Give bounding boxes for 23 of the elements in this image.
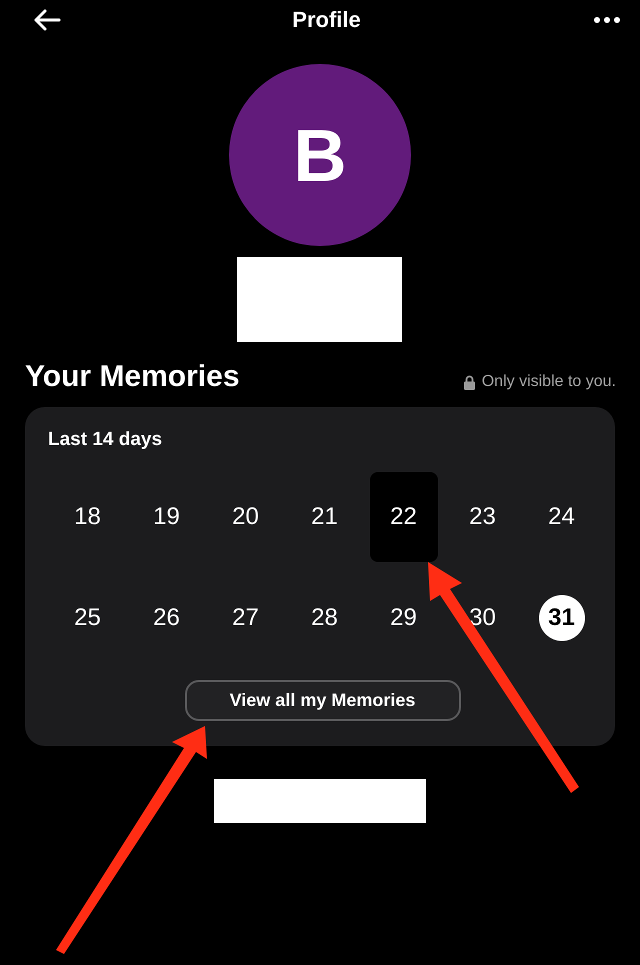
- section-title: Your Memories: [25, 360, 240, 394]
- avatar: B: [229, 64, 411, 246]
- view-memories-button[interactable]: View all my Memories: [184, 680, 460, 721]
- privacy-note: Only visible to you.: [482, 373, 616, 391]
- calendar-day[interactable]: 25: [54, 572, 122, 662]
- memory-day[interactable]: 22: [370, 472, 438, 562]
- calendar-day[interactable]: 20: [212, 472, 280, 562]
- lock-icon: [464, 374, 475, 390]
- calendar-day[interactable]: 21: [290, 472, 358, 562]
- calendar-day[interactable]: 27: [212, 572, 280, 662]
- page-title: Profile: [292, 7, 361, 33]
- today-day[interactable]: 31: [538, 594, 584, 640]
- calendar-day[interactable]: 19: [132, 472, 200, 562]
- range-label: Last 14 days: [48, 429, 164, 451]
- calendar-day[interactable]: 29: [370, 572, 438, 662]
- more-icon[interactable]: [594, 17, 620, 23]
- calendar-day[interactable]: 26: [132, 572, 200, 662]
- calendar-day[interactable]: 18: [54, 472, 122, 562]
- calendar-day[interactable]: 23: [448, 472, 516, 562]
- calendar-day[interactable]: 28: [290, 572, 358, 662]
- calendar-day[interactable]: 30: [448, 572, 516, 662]
- calendar-day[interactable]: 24: [528, 472, 596, 562]
- back-icon[interactable]: [33, 9, 61, 31]
